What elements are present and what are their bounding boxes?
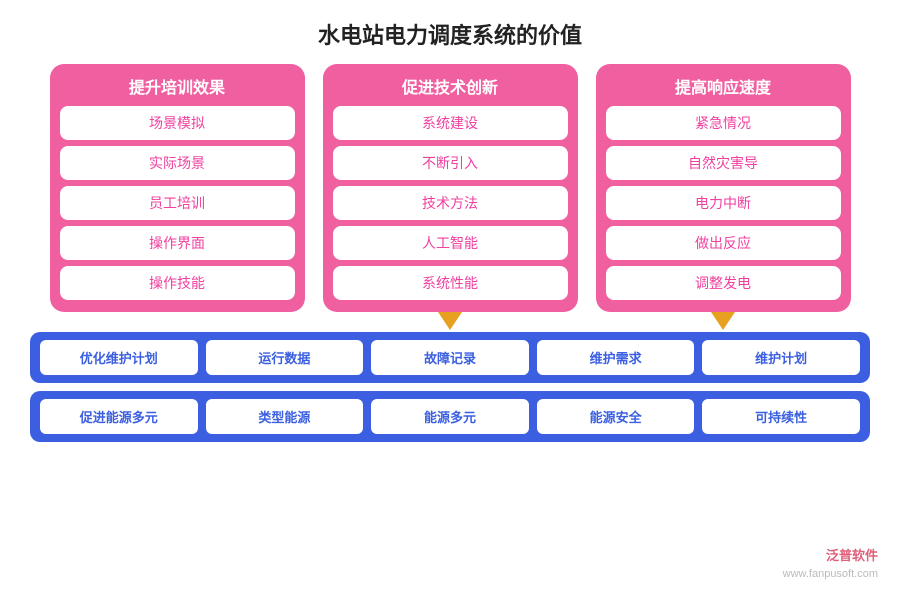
- bottom-row-item: 维护计划: [702, 340, 860, 375]
- arrow-down-icon: [438, 312, 462, 330]
- column-item: 操作界面: [60, 226, 295, 260]
- page-title: 水电站电力调度系统的价值: [0, 0, 900, 64]
- column-item: 场景模拟: [60, 106, 295, 140]
- bottom-row-item: 类型能源: [206, 399, 364, 434]
- column-header-col3: 提高响应速度: [675, 74, 771, 98]
- bottom-row-item: 促进能源多元: [40, 399, 198, 434]
- bottom-row-item: 能源安全: [537, 399, 695, 434]
- watermark-logo: 泛普软件: [783, 546, 878, 566]
- column-items-col3: 紧急情况自然灾害导电力中断做出反应调整发电: [606, 106, 841, 300]
- watermark: 泛普软件 www.fanpusoft.com: [783, 546, 878, 582]
- column-item: 自然灾害导: [606, 146, 841, 180]
- bottom-row-1: 促进能源多元类型能源能源多元能源安全可持续性: [30, 391, 870, 442]
- bottom-row-item: 优化维护计划: [40, 340, 198, 375]
- column-item: 操作技能: [60, 266, 295, 300]
- bottom-row-item: 运行数据: [206, 340, 364, 375]
- column-card-col2: 促进技术创新系统建设不断引入技术方法人工智能系统性能: [323, 64, 578, 312]
- bottom-row-0: 优化维护计划运行数据故障记录维护需求维护计划: [30, 332, 870, 383]
- column-header-col2: 促进技术创新: [402, 74, 498, 98]
- column-item: 员工培训: [60, 186, 295, 220]
- bottom-row-item: 能源多元: [371, 399, 529, 434]
- bottom-row-item: 故障记录: [371, 340, 529, 375]
- column-items-col1: 场景模拟实际场景员工培训操作界面操作技能: [60, 106, 295, 300]
- bottom-rows: 优化维护计划运行数据故障记录维护需求维护计划促进能源多元类型能源能源多元能源安全…: [30, 332, 870, 442]
- column-item: 不断引入: [333, 146, 568, 180]
- main-content: 提升培训效果场景模拟实际场景员工培训操作界面操作技能促进技术创新系统建设不断引入…: [0, 64, 900, 442]
- column-item: 系统建设: [333, 106, 568, 140]
- column-card-col1: 提升培训效果场景模拟实际场景员工培训操作界面操作技能: [50, 64, 305, 312]
- column-item: 做出反应: [606, 226, 841, 260]
- column-items-col2: 系统建设不断引入技术方法人工智能系统性能: [333, 106, 568, 300]
- column-item: 紧急情况: [606, 106, 841, 140]
- column-card-col3: 提高响应速度紧急情况自然灾害导电力中断做出反应调整发电: [596, 64, 851, 312]
- arrow-down-icon: [711, 312, 735, 330]
- column-item: 技术方法: [333, 186, 568, 220]
- column-header-col1: 提升培训效果: [129, 74, 225, 98]
- column-item: 电力中断: [606, 186, 841, 220]
- column-item: 实际场景: [60, 146, 295, 180]
- column-item: 调整发电: [606, 266, 841, 300]
- column-item: 人工智能: [333, 226, 568, 260]
- bottom-row-item: 可持续性: [702, 399, 860, 434]
- top-columns: 提升培训效果场景模拟实际场景员工培训操作界面操作技能促进技术创新系统建设不断引入…: [30, 64, 870, 312]
- column-item: 系统性能: [333, 266, 568, 300]
- watermark-url: www.fanpusoft.com: [783, 566, 878, 583]
- bottom-row-item: 维护需求: [537, 340, 695, 375]
